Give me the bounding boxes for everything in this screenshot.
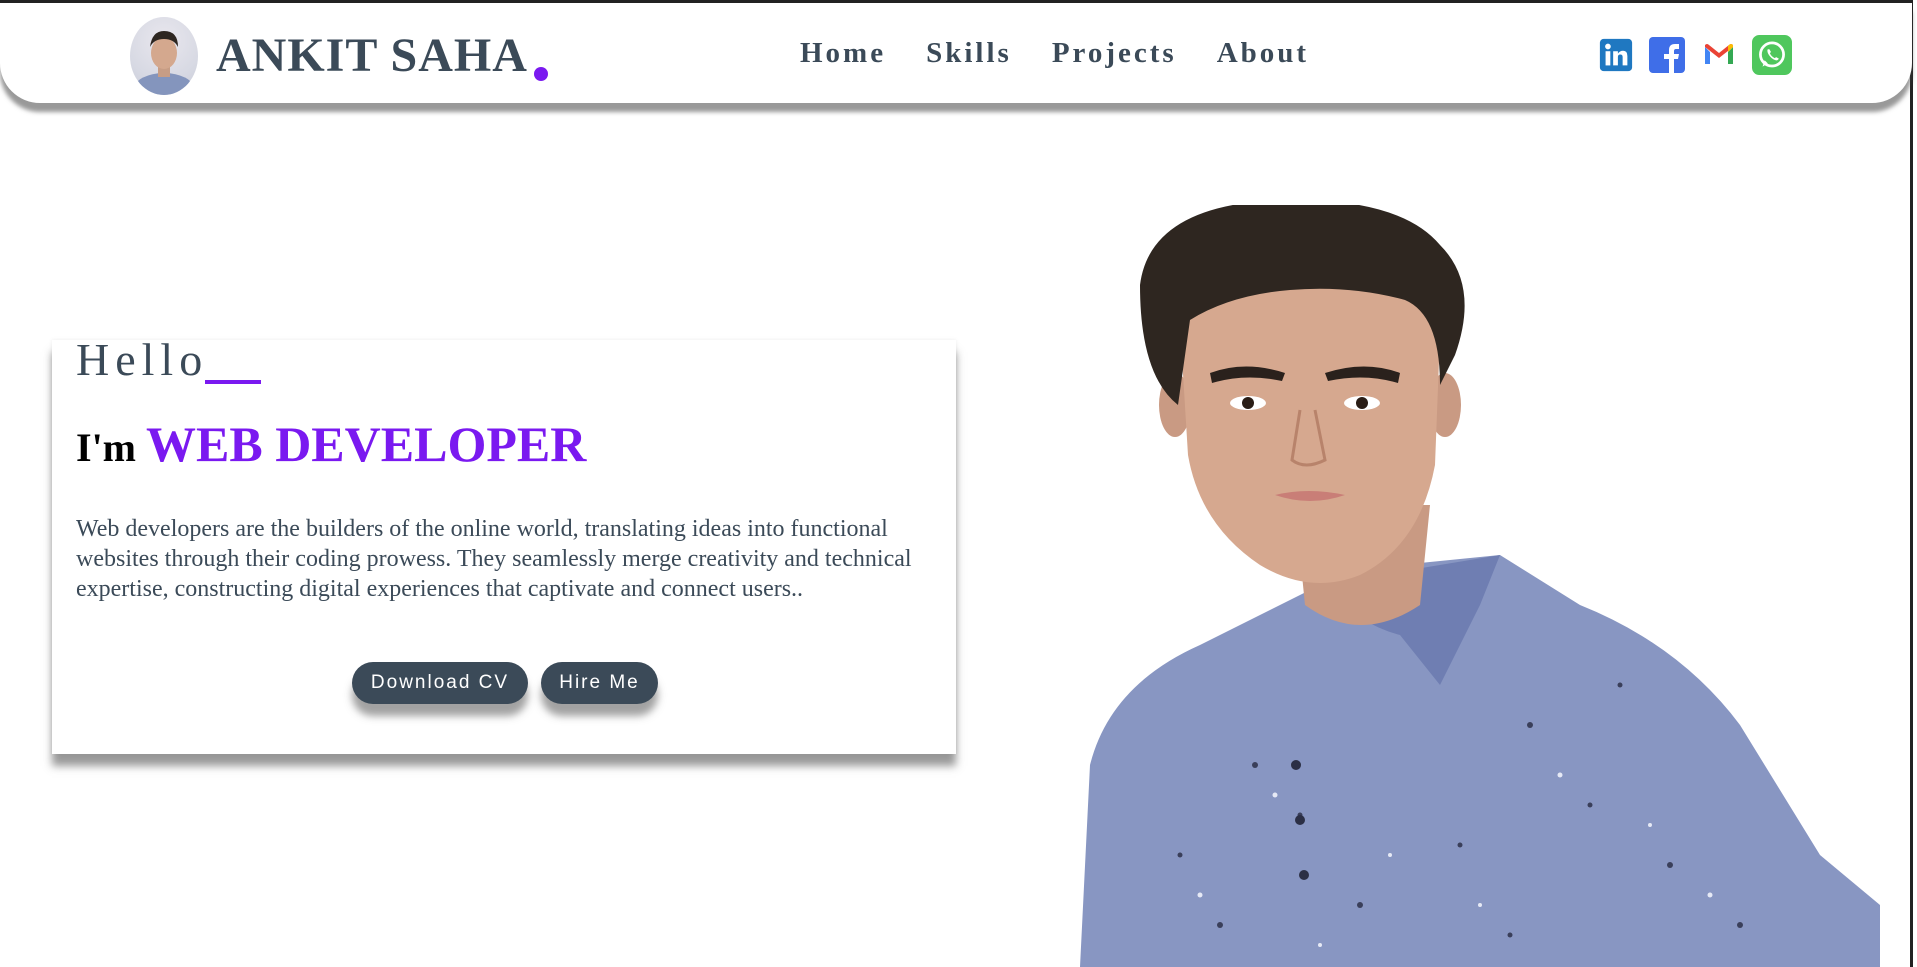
- nav-projects[interactable]: Projects: [1052, 37, 1177, 70]
- hero-description: Web developers are the builders of the o…: [76, 516, 912, 602]
- download-cv-button[interactable]: Download CV: [352, 662, 528, 704]
- brand-name: ANKIT SAHA: [216, 29, 528, 82]
- nav-skills[interactable]: Skills: [926, 37, 1012, 70]
- hero-role-title: WEB DEVELOPER: [146, 416, 587, 472]
- hero-greeting: Hello: [76, 334, 209, 385]
- nav-home[interactable]: Home: [800, 37, 886, 70]
- hero-im: I'm: [76, 425, 136, 470]
- avatar: [130, 17, 198, 95]
- greeting-underline: [205, 380, 261, 384]
- nav-about[interactable]: About: [1217, 37, 1309, 70]
- navbar: ANKIT SAHA Home Skills Projects About: [0, 3, 1912, 103]
- linkedin-icon[interactable]: [1598, 37, 1634, 73]
- hero-role: I'm WEB DEVELOPER: [76, 415, 586, 473]
- social-links: [1598, 35, 1792, 75]
- profile-portrait: [1080, 205, 1880, 967]
- whatsapp-icon[interactable]: [1752, 35, 1792, 75]
- main-nav: Home Skills Projects About: [800, 37, 1309, 70]
- facebook-icon[interactable]: [1648, 36, 1686, 74]
- brand-dot: [533, 67, 548, 81]
- hire-me-button[interactable]: Hire Me: [541, 662, 658, 704]
- gmail-icon[interactable]: [1700, 36, 1738, 74]
- brand[interactable]: ANKIT SAHA: [130, 17, 548, 95]
